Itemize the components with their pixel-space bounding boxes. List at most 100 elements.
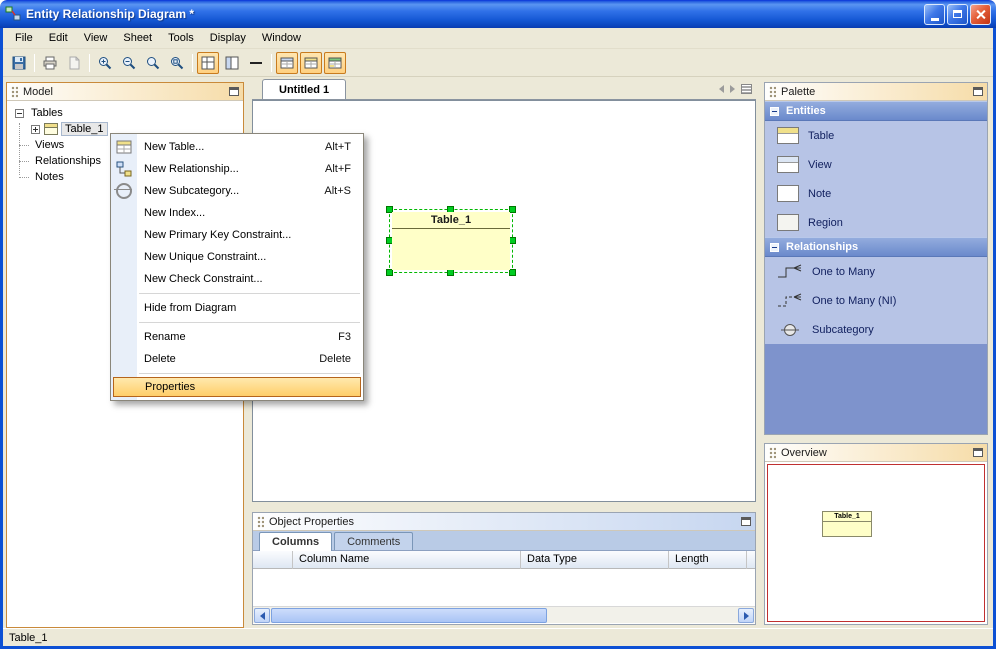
palette-item-region[interactable]: Region (765, 208, 987, 237)
close-button[interactable] (970, 3, 991, 25)
palette-item-note[interactable]: Note (765, 179, 987, 208)
tab-untitled-1[interactable]: Untitled 1 (262, 79, 347, 99)
menu-file[interactable]: File (7, 30, 41, 46)
table-view-1-button[interactable] (276, 51, 298, 74)
horizontal-scrollbar[interactable] (253, 606, 755, 623)
app-icon (5, 6, 21, 22)
save-button[interactable] (8, 52, 30, 74)
column-header-length[interactable]: Length (669, 551, 747, 569)
menu-item-new-table[interactable]: New Table... Alt+T (111, 136, 363, 158)
tab-scroll-left-icon[interactable] (719, 85, 724, 93)
resize-handle[interactable] (509, 237, 516, 244)
menu-item-hide-from-diagram[interactable]: Hide from Diagram (111, 297, 363, 319)
float-panel-icon[interactable] (973, 87, 983, 96)
menu-item-rename[interactable]: Rename F3 (111, 326, 363, 348)
column-header-column-name[interactable]: Column Name (293, 551, 521, 569)
overview-viewport[interactable]: Table_1 (767, 464, 985, 622)
panel-grip-icon[interactable] (257, 515, 264, 528)
menu-item-new-primary-key-constraint[interactable]: New Primary Key Constraint... (111, 224, 363, 246)
menu-separator (139, 322, 360, 323)
zoom-fit-button[interactable] (166, 52, 188, 74)
float-panel-icon[interactable] (741, 517, 751, 526)
overview-header[interactable]: Overview (765, 444, 987, 462)
menu-item-delete[interactable]: Delete Delete (111, 348, 363, 370)
shortcut-label: Alt+F (325, 163, 351, 175)
menu-item-new-index[interactable]: New Index... (111, 202, 363, 224)
tab-columns[interactable]: Columns (259, 532, 333, 551)
tab-scroll-right-icon[interactable] (730, 85, 735, 93)
section-relationships[interactable]: Relationships (765, 237, 987, 257)
menu-tools[interactable]: Tools (160, 30, 202, 46)
panel-grip-icon[interactable] (769, 85, 776, 98)
panel-grip-icon[interactable] (11, 85, 18, 98)
window-border (0, 28, 3, 649)
resize-handle[interactable] (509, 206, 516, 213)
table-view-2-button[interactable] (300, 51, 322, 74)
menu-display[interactable]: Display (202, 30, 254, 46)
titlebar[interactable]: Entity Relationship Diagram * (0, 0, 996, 28)
expand-expander-icon[interactable] (31, 124, 40, 134)
row-selector-header (253, 551, 293, 569)
model-panel-header[interactable]: Model (7, 83, 243, 101)
toggle-panes-button[interactable] (221, 52, 243, 74)
entity-title: Table_1 (392, 212, 510, 229)
tab-list-icon[interactable] (741, 84, 752, 94)
tree-label-views[interactable]: Views (32, 139, 67, 151)
restore-button[interactable] (947, 3, 968, 25)
tab-comments[interactable]: Comments (334, 532, 414, 550)
zoom-actual-button[interactable] (142, 52, 164, 74)
toggle-grid-button[interactable] (197, 51, 219, 74)
object-properties-header[interactable]: Object Properties (253, 513, 755, 531)
palette-item-label: One to Many (812, 265, 875, 278)
menu-item-new-subcategory[interactable]: New Subcategory... Alt+S (111, 180, 363, 202)
menu-sheet[interactable]: Sheet (115, 30, 160, 46)
palette-item-subcategory[interactable]: Subcategory (765, 315, 987, 344)
menu-view[interactable]: View (76, 30, 116, 46)
palette-item-one-to-many-ni[interactable]: One to Many (NI) (765, 286, 987, 315)
collapse-icon[interactable] (770, 242, 779, 252)
grid-body[interactable] (253, 569, 755, 606)
palette-item-table[interactable]: Table (765, 121, 987, 150)
palette-item-label: Region (808, 216, 843, 229)
collapse-icon[interactable] (770, 106, 779, 116)
menu-edit[interactable]: Edit (41, 30, 76, 46)
entity-shape[interactable]: Table_1 (392, 212, 510, 270)
scrollbar-thumb[interactable] (271, 608, 548, 623)
panel-grip-icon[interactable] (769, 446, 776, 459)
entity-table-1[interactable]: Table_1 (386, 206, 516, 276)
column-header-data-type[interactable]: Data Type (521, 551, 669, 569)
menu-window[interactable]: Window (254, 30, 309, 46)
tree-item-tables[interactable]: Tables (11, 105, 243, 121)
float-panel-icon[interactable] (229, 87, 239, 96)
scroll-right-button[interactable] (738, 608, 754, 623)
menu-item-new-check-constraint[interactable]: New Check Constraint... (111, 268, 363, 290)
tree-label-tables[interactable]: Tables (28, 107, 66, 119)
menu-item-new-unique-constraint[interactable]: New Unique Constraint... (111, 246, 363, 268)
zoom-out-button[interactable] (118, 52, 140, 74)
collapse-expander-icon[interactable] (15, 108, 24, 118)
print-button[interactable] (39, 52, 61, 74)
minimize-button[interactable] (924, 3, 945, 25)
new-subcategory-icon (114, 183, 132, 199)
table-view-3-button[interactable] (324, 51, 346, 74)
menu-item-new-relationship[interactable]: New Relationship... Alt+F (111, 158, 363, 180)
section-entities[interactable]: Entities (765, 101, 987, 121)
tree-label-table-1[interactable]: Table_1 (61, 122, 108, 136)
palette-item-view[interactable]: View (765, 150, 987, 179)
resize-handle[interactable] (447, 269, 454, 276)
line-icon (250, 61, 262, 64)
tree-label-notes[interactable]: Notes (32, 171, 67, 183)
section-entities-title: Entities (786, 105, 826, 117)
page-setup-button[interactable] (63, 52, 85, 74)
zoom-in-button[interactable] (94, 52, 116, 74)
scroll-left-button[interactable] (254, 608, 270, 623)
tree-label-relationships[interactable]: Relationships (32, 155, 104, 167)
palette-header[interactable]: Palette (765, 83, 987, 101)
toggle-line-button[interactable] (245, 52, 267, 74)
palette-item-one-to-many[interactable]: One to Many (765, 257, 987, 286)
resize-handle[interactable] (509, 269, 516, 276)
menu-item-properties[interactable]: Properties (113, 377, 361, 397)
resize-handle[interactable] (386, 269, 393, 276)
one-to-many-ni-icon (778, 293, 802, 306)
float-panel-icon[interactable] (973, 448, 983, 457)
